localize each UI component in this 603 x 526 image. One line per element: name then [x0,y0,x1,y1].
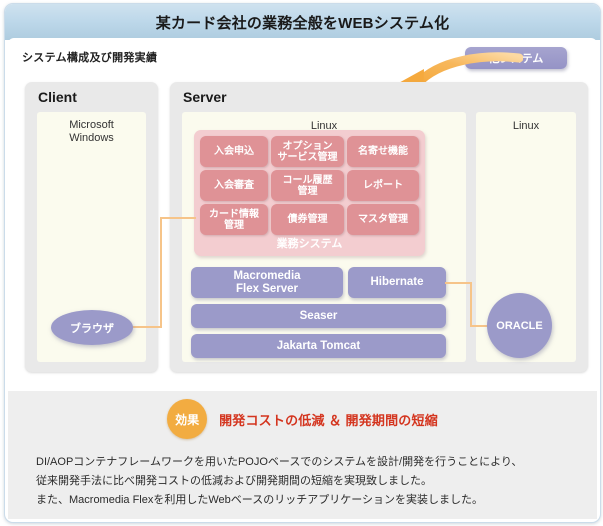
middleware-seaser[interactable]: Seaser [191,304,446,328]
oracle-database-node[interactable]: ORACLE [487,293,552,358]
effect-section: 効果 開発コストの低減 ＆ 開発期間の短縮 DI/AOPコンテナフレームワークを… [8,391,597,519]
connector-oracle-vertical [470,282,472,327]
effect-headline-row: 効果 開発コストの低減 ＆ 開発期間の短縮 [8,399,597,439]
connector-hibernate-horizontal [445,282,472,284]
connector-browser-vertical [160,217,162,328]
module-box[interactable]: 入会申込 [200,136,268,167]
slide-card: 某カード会社の業務全般をWEBシステム化 システム構成及び開発実績 他システム [4,3,601,523]
effect-description: DI/AOPコンテナフレームワークを用いたPOJOベースでのシステムを設計/開発… [36,453,581,510]
page-title: 某カード会社の業務全般をWEBシステム化 [155,14,450,32]
screenshot-root: 某カード会社の業務全般をWEBシステム化 システム構成及び開発実績 他システム [0,0,603,526]
business-module-grid: 入会申込 オプション サービス管理 名寄せ機能 入会審査 コール履歴 管理 レポート… [200,136,419,235]
effect-headline: 開発コストの低減 ＆ 開発期間の短縮 [219,412,438,428]
middleware-flex-server[interactable]: Macromedia Flex Server [191,267,343,298]
module-box[interactable]: コール履歴 管理 [271,170,344,201]
title-bar: 某カード会社の業務全般をWEBシステム化 [5,4,600,40]
description-line: 従来開発手法に比べ開発コストの低減および開発期間の短縮を実現致しました。 [36,475,432,487]
client-panel-title: Client [38,89,77,105]
description-line: また、Macromedia Flexを利用したWebベースのリッチアプリケーショ… [36,494,484,506]
connector-browser-to-server [160,217,196,219]
module-box[interactable]: 債券管理 [271,204,344,235]
middleware-hibernate[interactable]: Hibernate [348,267,446,298]
module-box[interactable]: 名寄せ機能 [347,136,419,167]
module-box[interactable]: オプション サービス管理 [271,136,344,167]
business-system-block: 入会申込 オプション サービス管理 名寄せ機能 入会審査 コール履歴 管理 レポート… [194,130,425,256]
section-label: システム構成及び開発実績 [22,52,158,64]
business-system-caption: 業務システム [276,238,343,250]
client-os-label: Microsoft Windows [69,119,114,144]
middleware-jakarta-tomcat[interactable]: Jakarta Tomcat [191,334,446,358]
server-panel-title: Server [183,89,227,105]
effect-badge: 効果 [167,399,208,439]
connector-browser-horizontal [128,326,162,328]
server-db-os-label: Linux [512,120,540,132]
module-box[interactable]: カード情報 管理 [200,204,268,235]
description-line: DI/AOPコンテナフレームワークを用いたPOJOベースでのシステムを設計/開発… [36,456,523,468]
module-box[interactable]: マスタ管理 [347,204,419,235]
browser-node[interactable]: ブラウザ [51,310,133,345]
module-box[interactable]: レポート [347,170,419,201]
module-box[interactable]: 入会審査 [200,170,268,201]
